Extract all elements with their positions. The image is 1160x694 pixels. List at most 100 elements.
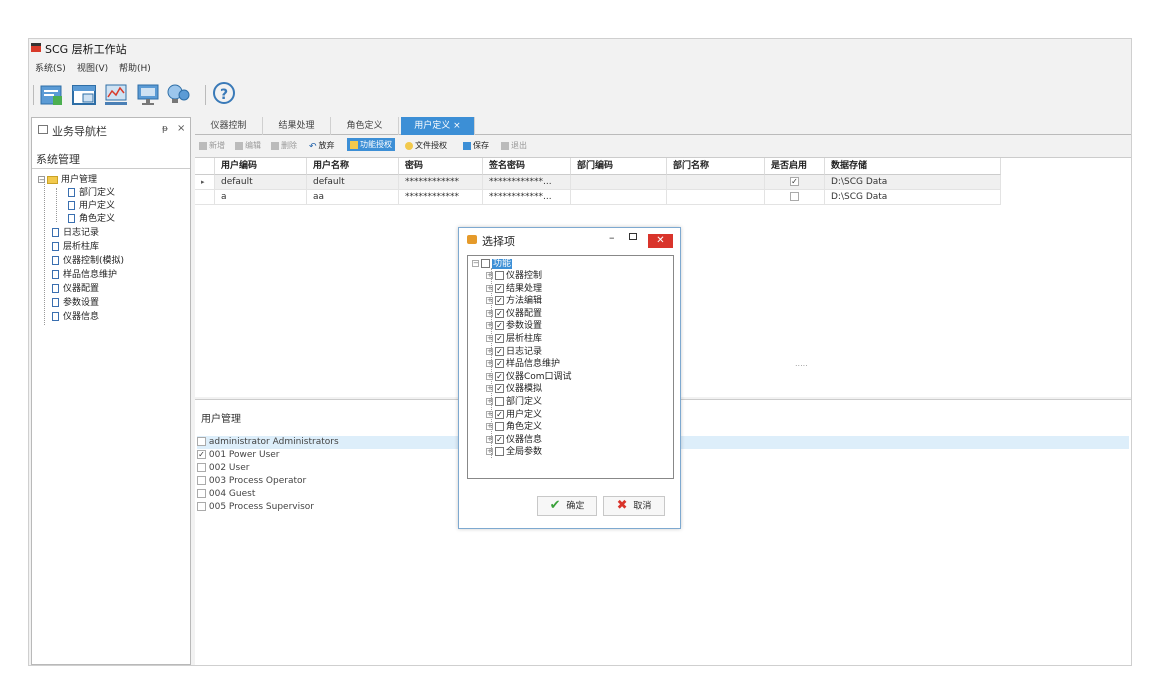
- enabled-checkbox[interactable]: [790, 192, 799, 201]
- function-checkbox[interactable]: ✓: [495, 334, 504, 343]
- pin-icon[interactable]: ᵽ: [162, 124, 168, 134]
- collapse-icon[interactable]: −: [472, 260, 479, 267]
- expand-icon[interactable]: +: [486, 398, 493, 405]
- column-header[interactable]: 签名密码: [483, 158, 571, 175]
- column-header[interactable]: 数据存储: [825, 158, 1001, 175]
- expand-icon[interactable]: +: [486, 272, 493, 279]
- tab-instrument-control[interactable]: 仪器控制: [195, 117, 263, 135]
- maximize-button[interactable]: [629, 233, 637, 240]
- function-checkbox[interactable]: ✓: [495, 346, 504, 356]
- function-checkbox[interactable]: ✓: [495, 283, 504, 293]
- cell-enabled[interactable]: ✓: [765, 175, 825, 190]
- expand-icon[interactable]: +: [486, 360, 493, 368]
- role-checkbox[interactable]: [197, 437, 206, 446]
- function-checkbox[interactable]: [495, 271, 504, 280]
- role-checkbox[interactable]: ✓: [197, 450, 206, 459]
- function-checkbox[interactable]: [495, 422, 504, 432]
- save-button[interactable]: 保存: [463, 140, 489, 151]
- cell-enabled[interactable]: [765, 190, 825, 205]
- menu-system[interactable]: 系统(S): [35, 61, 66, 74]
- exit-button[interactable]: 退出: [501, 140, 527, 151]
- discard-button[interactable]: ↶ 放弃: [309, 140, 335, 152]
- function-item[interactable]: + ✓ 仪器Com口调试: [486, 371, 572, 383]
- expand-icon[interactable]: +: [486, 297, 493, 305]
- close-icon[interactable]: ×: [177, 123, 185, 134]
- help-icon[interactable]: ?: [213, 82, 235, 104]
- root-checkbox[interactable]: [481, 259, 490, 268]
- tab-role-definition[interactable]: 角色定义: [331, 117, 399, 135]
- cell-sign-password[interactable]: ************...: [483, 175, 571, 190]
- function-checkbox[interactable]: ✓: [495, 296, 504, 306]
- tree-root[interactable]: − 功能: [472, 258, 513, 270]
- function-item[interactable]: + ✓ 样品信息维护: [486, 358, 560, 370]
- function-item[interactable]: + 仪器控制: [486, 270, 542, 282]
- function-item[interactable]: + ✓ 仪器模拟: [486, 383, 542, 395]
- role-checkbox[interactable]: [197, 502, 206, 511]
- column-header[interactable]: 部门编码: [571, 158, 667, 175]
- column-header[interactable]: 用户名称: [307, 158, 399, 175]
- expand-icon[interactable]: +: [486, 435, 493, 443]
- expand-icon[interactable]: +: [486, 347, 493, 355]
- ok-button[interactable]: ✔ 确定: [537, 496, 597, 516]
- function-item[interactable]: + ✓ 层析柱库: [486, 333, 542, 345]
- tree-item-role[interactable]: 角色定义: [68, 213, 115, 226]
- tree-item-user-management[interactable]: − 用户管理: [38, 174, 97, 187]
- function-checkbox[interactable]: ✓: [495, 371, 504, 381]
- tree-item-config[interactable]: 仪器配置: [52, 283, 99, 296]
- splitter-grip[interactable]: .....: [795, 359, 808, 368]
- cell-sign-password[interactable]: ************...: [483, 190, 571, 205]
- expand-icon[interactable]: +: [486, 335, 493, 342]
- collapse-icon[interactable]: −: [38, 176, 45, 184]
- cell-dept-code[interactable]: [571, 190, 667, 205]
- delete-button[interactable]: 删除: [271, 140, 297, 151]
- cell-dept-name[interactable]: [667, 190, 765, 205]
- function-item[interactable]: + ✓ 仪器配置: [486, 308, 542, 320]
- config-icon[interactable]: [39, 82, 65, 108]
- tab-user-definition[interactable]: 用户定义 ×: [401, 117, 475, 135]
- cell-dept-name[interactable]: [667, 175, 765, 190]
- chart-icon[interactable]: [103, 82, 129, 108]
- tree-item-column[interactable]: 层析柱库: [52, 241, 99, 254]
- tab-result-processing[interactable]: 结果处理: [263, 117, 331, 135]
- function-checkbox[interactable]: ✓: [495, 308, 504, 318]
- tree-item-params[interactable]: 参数设置: [52, 297, 99, 310]
- function-item[interactable]: + ✓ 日志记录: [486, 346, 542, 358]
- function-checkbox[interactable]: ✓: [495, 409, 504, 419]
- column-header[interactable]: 用户编码: [215, 158, 307, 175]
- close-button[interactable]: ✕: [648, 234, 673, 248]
- file-auth-button[interactable]: 文件授权: [405, 140, 447, 151]
- expand-icon[interactable]: +: [486, 322, 493, 330]
- tree-item-log[interactable]: 日志记录: [52, 227, 99, 240]
- tree-item-instrument-sim[interactable]: 仪器控制(模拟): [52, 255, 124, 268]
- cell-code[interactable]: a: [215, 190, 307, 205]
- expand-icon[interactable]: +: [486, 284, 493, 292]
- role-checkbox[interactable]: [197, 476, 206, 485]
- enabled-checkbox[interactable]: ✓: [790, 177, 799, 186]
- cancel-button[interactable]: ✖ 取消: [603, 496, 665, 516]
- function-checkbox[interactable]: [495, 447, 504, 457]
- expand-icon[interactable]: +: [486, 372, 493, 380]
- function-item[interactable]: + ✓ 用户定义: [486, 409, 542, 421]
- expand-icon[interactable]: +: [486, 410, 493, 418]
- function-checkbox[interactable]: ✓: [495, 434, 504, 444]
- function-item[interactable]: + 全局参数: [486, 446, 542, 458]
- function-item[interactable]: + 部门定义: [486, 396, 542, 408]
- function-item[interactable]: + ✓ 结果处理: [486, 283, 542, 295]
- expand-icon[interactable]: +: [486, 423, 493, 431]
- function-checkbox[interactable]: ✓: [495, 359, 504, 369]
- role-checkbox[interactable]: [197, 463, 206, 472]
- cell-name[interactable]: aa: [307, 190, 399, 205]
- expand-icon[interactable]: +: [486, 385, 493, 393]
- tree-item-user[interactable]: 用户定义: [68, 200, 115, 213]
- tree-item-sample[interactable]: 样品信息维护: [52, 269, 117, 282]
- menu-view[interactable]: 视图(V): [77, 61, 108, 74]
- add-button[interactable]: 新增: [199, 140, 225, 151]
- function-checkbox[interactable]: [495, 397, 504, 406]
- tree-item-instrument-info[interactable]: 仪器信息: [52, 311, 99, 324]
- cell-password[interactable]: ************: [399, 190, 483, 205]
- cell-password[interactable]: ************: [399, 175, 483, 190]
- function-checkbox[interactable]: ✓: [495, 384, 504, 394]
- tree-item-dept[interactable]: 部门定义: [68, 187, 115, 200]
- function-item[interactable]: + ✓ 仪器信息: [486, 434, 542, 446]
- role-checkbox[interactable]: [197, 489, 206, 498]
